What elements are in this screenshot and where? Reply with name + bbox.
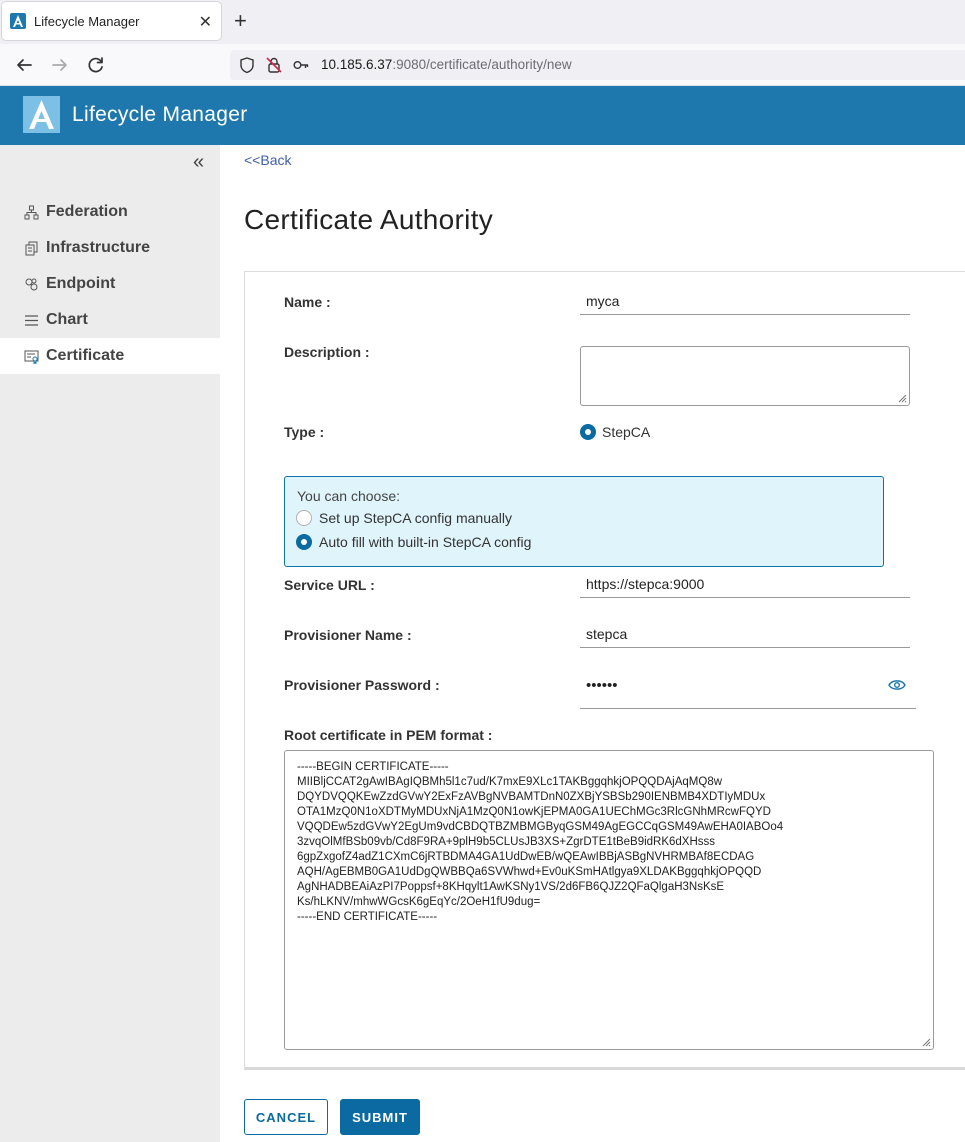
- browser-tab[interactable]: Lifecycle Manager ✕: [1, 1, 222, 41]
- sidebar-item-chart[interactable]: Chart: [0, 302, 220, 338]
- sidebar-item-federation[interactable]: Federation: [0, 194, 220, 230]
- radio-unselected-icon[interactable]: [296, 510, 312, 526]
- name-input[interactable]: myca: [580, 291, 910, 315]
- provisioner-password-input[interactable]: ••••••: [580, 673, 916, 709]
- pem-line: Ks/hLKNV/mhwWGcsK6gEqYc/2OeH1fU9dug=: [297, 896, 541, 908]
- resize-handle-icon[interactable]: [897, 393, 907, 403]
- insecure-lock-icon[interactable]: [265, 56, 283, 74]
- pem-textarea[interactable]: -----BEGIN CERTIFICATE----- MIIBljCCAT2g…: [284, 750, 934, 1050]
- app-favicon-icon: [10, 13, 26, 29]
- tab-close-icon[interactable]: ✕: [199, 12, 212, 32]
- chart-icon: [25, 314, 38, 326]
- app-header: Lifecycle Manager: [0, 86, 965, 145]
- endpoint-icon: [25, 278, 38, 290]
- pem-line: DQYDVQQKEwZzdGVwY2ExFzAVBgNVBAMTDnN0ZXBj…: [297, 791, 766, 803]
- service-url-label: Service URL :: [284, 577, 375, 593]
- pem-line: OTA1MzQ0N1oXDTMyMDUxNjA1MzQ0N1owKjEPMA0G…: [297, 806, 771, 818]
- type-radio-stepca[interactable]: StepCA: [580, 424, 650, 440]
- pem-line: AgNHADBEAiAzPI7Poppsf+8KHqylt1AwKSNy1VS/…: [297, 881, 725, 893]
- back-link[interactable]: <<Back: [244, 152, 291, 168]
- app-logo-icon[interactable]: [23, 96, 60, 133]
- pem-line: AQH/AgEBMB0GA1UdDgQWBBQa6SVWhwd+Ev0uKSmH…: [297, 866, 762, 878]
- pem-line: VQQDEw5zdGVwY2EgUm9vdCBDQTBZMBMGByqGSM49…: [297, 821, 784, 833]
- choose-title: You can choose:: [297, 488, 401, 504]
- password-value: ••••••: [586, 677, 618, 694]
- type-label: Type :: [284, 424, 325, 440]
- sidebar-item-certificate[interactable]: Certificate: [0, 338, 220, 374]
- back-arrow-icon[interactable]: [13, 54, 35, 76]
- browser-tabbar: Lifecycle Manager ✕ +: [0, 0, 965, 44]
- description-label: Description :: [284, 344, 370, 360]
- address-bar[interactable]: 10.185.6.37:9080/certificate/authority/n…: [230, 50, 965, 80]
- app-title[interactable]: Lifecycle Manager: [72, 103, 248, 127]
- pem-line: 3zvqOlMfBSb09vb/Cd8F9RA+9plH9b5CLUsJB3XS…: [297, 836, 716, 848]
- radio-selected-icon[interactable]: [296, 534, 312, 550]
- show-password-eye-icon[interactable]: [888, 678, 906, 692]
- config-choice-box: You can choose: Set up StepCA config man…: [284, 476, 884, 567]
- certificate-icon: [24, 350, 39, 364]
- provisioner-password-label: Provisioner Password :: [284, 677, 440, 693]
- new-tab-icon[interactable]: +: [234, 9, 247, 33]
- url-text[interactable]: 10.185.6.37:9080/certificate/authority/n…: [321, 57, 572, 72]
- sidebar: « Federation Infrastructure Endpoint Cha…: [0, 145, 220, 1142]
- provisioner-name-input[interactable]: stepca: [580, 624, 910, 648]
- federation-icon: [24, 205, 39, 219]
- radio-selected-icon[interactable]: [580, 424, 596, 440]
- collapse-sidebar-icon[interactable]: «: [193, 151, 204, 173]
- pem-line: MIIBljCCAT2gAwIBAgIQBMh5l1c7ud/K7mxE9XLc…: [297, 776, 723, 788]
- browser-navbar: 10.185.6.37:9080/certificate/authority/n…: [0, 44, 965, 86]
- pem-line: -----END CERTIFICATE-----: [297, 911, 438, 923]
- pem-line: -----BEGIN CERTIFICATE-----: [297, 761, 449, 773]
- pem-line: 6gpZxgofZ4adZ1CXmC6jRTBDMA4GA1UdDwEB/wQE…: [297, 851, 755, 863]
- sidebar-item-endpoint[interactable]: Endpoint: [0, 266, 220, 302]
- shield-icon[interactable]: [238, 56, 256, 74]
- tab-title: Lifecycle Manager: [34, 13, 140, 29]
- forward-arrow-icon[interactable]: [49, 54, 71, 76]
- radio-auto-config[interactable]: Auto fill with built-in StepCA config: [296, 534, 531, 550]
- radio-manual-config[interactable]: Set up StepCA config manually: [296, 510, 512, 526]
- resize-handle-icon[interactable]: [921, 1037, 931, 1047]
- submit-button[interactable]: SUBMIT: [340, 1099, 420, 1135]
- cancel-button[interactable]: CANCEL: [244, 1099, 328, 1135]
- pem-label: Root certificate in PEM format :: [284, 727, 493, 743]
- name-label: Name :: [284, 294, 331, 310]
- service-url-input[interactable]: https://stepca:9000: [580, 574, 910, 598]
- key-icon[interactable]: [292, 56, 310, 74]
- sidebar-item-infrastructure[interactable]: Infrastructure: [0, 230, 220, 266]
- reload-icon[interactable]: [85, 54, 107, 76]
- infrastructure-icon: [25, 241, 38, 255]
- provisioner-name-label: Provisioner Name :: [284, 627, 412, 643]
- page-title: Certificate Authority: [244, 204, 494, 235]
- description-textarea[interactable]: [580, 346, 910, 406]
